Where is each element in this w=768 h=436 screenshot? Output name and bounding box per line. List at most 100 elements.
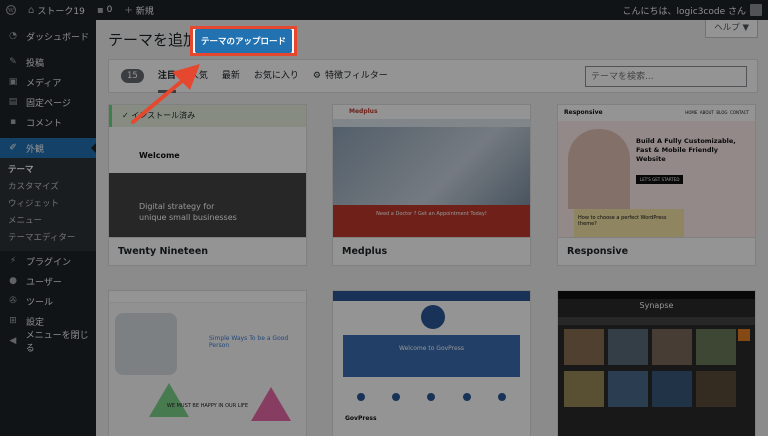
sidebar-item-users[interactable]: ● ユーザー [0,271,96,291]
theme-card-medplus[interactable]: Medplus Need a Doctor ? Get an Appointme… [332,104,531,266]
pin-icon: ✎ [9,57,17,67]
sidebar-item-dashboard[interactable]: ◔ ダッシュボード [0,26,96,46]
theme-header [109,291,306,303]
photo-thumb [564,329,604,365]
theme-hero-image: Digital strategy for unique small busine… [109,173,306,240]
photo-thumb [696,371,736,407]
cloud-icon [427,393,436,401]
submenu-widgets[interactable]: ウィジェット [0,196,96,213]
submenu-theme-editor[interactable]: テーマエディター [0,230,96,247]
govpress-nav [333,291,530,301]
account-menu[interactable]: こんにちは、logic3code さん [617,0,768,20]
appearance-submenu: テーマ カスタマイズ ウィジェット メニュー テーマエディター [0,158,96,251]
sidebar-item-posts[interactable]: ✎ 投稿 [0,52,96,72]
theme-screenshot: Synapse [558,291,755,436]
sidebar-item-media[interactable]: ▣ メディア [0,72,96,92]
plugin-icon: ⚡ [9,256,17,266]
wordpress-logo-icon[interactable]: W [0,0,22,20]
installed-notice: ✓ インストール済み [109,105,306,127]
tab-featured[interactable]: 注目 [157,59,176,93]
theme-name: Medplus [333,237,530,265]
theme-card-synapse[interactable]: Synapse [557,290,756,436]
comments-count: 0 [106,5,113,15]
photo-thumb [652,371,692,407]
device-image [115,313,177,375]
photo-thumb [652,329,692,365]
sidebar-item-tools[interactable]: ✇ ツール [0,291,96,311]
theme-screenshot: ✓ インストール済み Welcome Digital strategy for … [109,105,306,240]
svg-text:W: W [8,8,14,14]
gear-icon: ⚙ [312,71,321,81]
collapse-icon: ◀ [9,336,17,346]
theme-screenshot: Simple Ways To be a Good Person WE MUST … [109,291,306,436]
synapse-nav [558,317,755,325]
theme-filter-bar: 15 注目 人気 最新 お気に入り ⚙ 特徴フィルター [108,59,758,93]
synapse-topbar [558,291,755,299]
theme-count-badge: 15 [121,69,144,83]
submenu-customize[interactable]: カスタマイズ [0,179,96,196]
sidebar-item-collapse[interactable]: ◀ メニューを閉じる [0,331,96,354]
new-content-link[interactable]: + 新規 [118,0,159,20]
comment-icon: ▪ [9,117,17,127]
admin-sidebar: ◔ ダッシュボード ✎ 投稿 ▣ メディア ▤ 固定ページ ▪ コメント ✐ 外観 テーマ … [0,20,96,436]
govpress-logo-area [333,301,530,335]
upload-theme-button-highlight[interactable]: テーマのアップロード [190,26,298,56]
tool-icon: ✇ [9,296,17,306]
submenu-themes[interactable]: テーマ [0,162,96,179]
upload-theme-button[interactable]: テーマのアップロード [195,29,293,53]
user-icon: ● [9,276,17,286]
theme-foot: WE MUST BE HAPPY IN OUR LIFE [166,403,249,409]
home-icon: ⌂ [28,4,35,16]
medplus-hero-text: Need a Doctor ? Get an Appointment Today… [333,205,530,240]
responsive-cta: LET'S GET STARTED [636,175,684,184]
comments-link[interactable]: ▪ 0 [91,0,119,20]
settings-icon: ⊞ [9,316,17,326]
theme-card-twenty-nineteen[interactable]: ✓ インストール済み Welcome Digital strategy for … [108,104,307,266]
feature-filter-button[interactable]: ⚙ 特徴フィルター [313,59,388,93]
greeting: こんにちは、logic3code さん [622,6,746,17]
govpress-logo-icon [421,305,445,329]
info-icon [356,393,365,401]
triangle-shape [149,383,189,417]
brush-icon: ✐ [9,143,17,153]
doc-icon [392,393,401,401]
globe-icon [498,393,507,401]
responsive-brand: Responsive HOME ABOUT BLOG CONTACT [558,105,755,121]
synapse-brand: Synapse [639,301,674,310]
theme-card-4[interactable]: Simple Ways To be a Good Person WE MUST … [108,290,307,436]
theme-screenshot: Responsive HOME ABOUT BLOG CONTACT Build… [558,105,755,240]
photo-thumb [564,371,604,407]
theme-search-input[interactable] [585,66,747,87]
theme-welcome-text: Welcome [139,151,180,160]
tab-latest[interactable]: 最新 [222,59,240,93]
theme-tagline: Simple Ways To be a Good Person [209,335,289,349]
page-icon: ▤ [8,97,18,107]
site-name-link[interactable]: ⌂ ストーク19 [22,0,91,20]
admin-bar: W ⌂ ストーク19 ▪ 0 + 新規 こんにちは、logic3code さん [0,0,768,20]
medplus-hero-image [333,127,530,205]
help-tab[interactable]: ヘルプ ▼ [705,20,758,38]
comment-bubble-icon: ▪ [96,4,104,16]
submenu-menus[interactable]: メニュー [0,213,96,230]
govpress-icon-row [343,383,520,411]
govpress-brand: GovPress [345,415,377,422]
theme-card-responsive[interactable]: Responsive HOME ABOUT BLOG CONTACT Build… [557,104,756,266]
medplus-brand: Medplus [333,105,530,119]
theme-card-govpress[interactable]: Welcome to GovPress GovPress [332,290,531,436]
theme-name: Responsive [558,237,755,265]
responsive-nav: HOME ABOUT BLOG CONTACT [685,110,749,115]
avatar [750,4,762,16]
sidebar-item-pages[interactable]: ▤ 固定ページ [0,92,96,112]
theme-screenshot: Medplus Need a Doctor ? Get an Appointme… [333,105,530,240]
main-content: テーマを追加 ヘルプ ▼ 15 注目 人気 最新 お気に入り ⚙ 特徴フィルター… [96,20,768,436]
sidebar-item-comments[interactable]: ▪ コメント [0,112,96,132]
photo-thumb [608,371,648,407]
media-icon: ▣ [8,77,18,87]
tab-favorites[interactable]: お気に入り [254,59,299,93]
sidebar-item-appearance[interactable]: ✐ 外観 [0,138,96,158]
sidebar-item-plugins[interactable]: ⚡ プラグイン [0,251,96,271]
hero-line-2: unique small businesses [139,213,237,222]
govpress-hero: Welcome to GovPress [343,335,520,377]
responsive-sub: How to choose a perfect WordPress theme? [574,209,684,240]
tab-popular[interactable]: 人気 [190,59,208,93]
